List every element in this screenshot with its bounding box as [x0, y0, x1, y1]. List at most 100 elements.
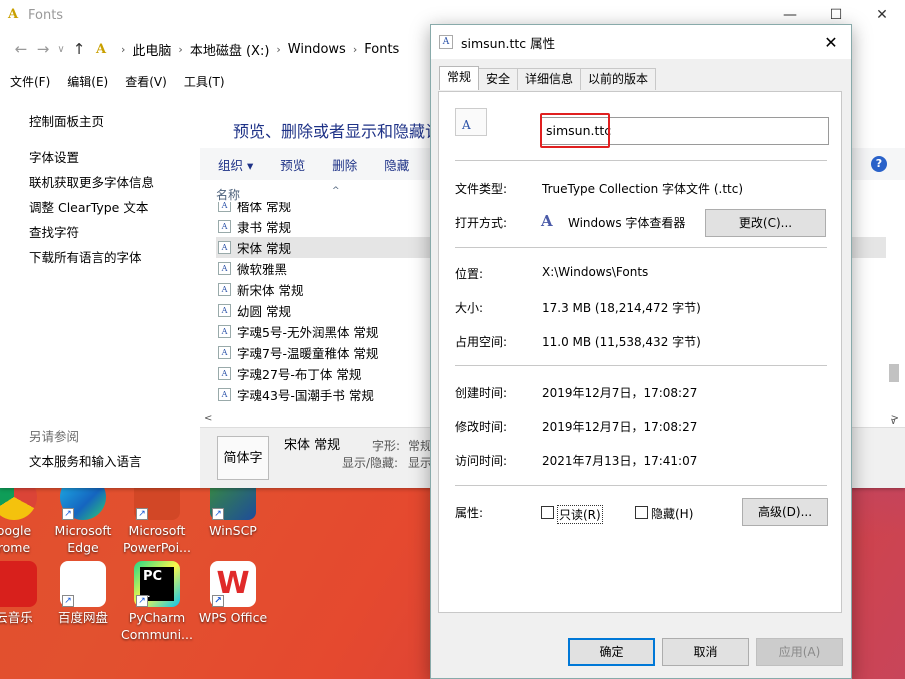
pycharm-icon: PC _ ↗ [134, 561, 180, 607]
readonly-checkbox[interactable] [541, 506, 554, 519]
hidden-checkbox[interactable] [635, 506, 648, 519]
menu-tools[interactable]: 工具(T) [184, 73, 225, 90]
up-arrow-icon[interactable]: ↑ [68, 40, 90, 58]
breadcrumb-this-pc[interactable]: 此电脑 [128, 40, 175, 59]
desktop-icon-label: WPS Office [198, 610, 268, 625]
link-control-panel-home[interactable]: 控制面板主页 [29, 111, 104, 130]
desktop-icon-baidu-netdisk[interactable]: ↗ 百度网盘 [43, 561, 123, 626]
shortcut-arrow-icon: ↗ [62, 508, 74, 520]
font-file-icon: A [218, 283, 231, 296]
font-file-icon: A [455, 108, 487, 136]
font-preview-thumbnail: 简体字 [217, 436, 269, 480]
link-get-more-fonts[interactable]: 联机获取更多字体信息 [29, 172, 154, 191]
breadcrumb-windows[interactable]: Windows [284, 42, 350, 57]
desktop-icon-pycharm[interactable]: PC _ ↗ PyCharm Communi... [117, 561, 197, 643]
preview-button[interactable]: 预览 [280, 155, 305, 174]
dialog-title-bar: A simsun.ttc 属性 ✕ [431, 25, 851, 59]
preview-font-name: 宋体 常规 [284, 438, 341, 453]
breadcrumb-separator-icon: › [276, 42, 281, 56]
attributes-label: 属性: [455, 506, 484, 520]
ok-button[interactable]: 确定 [568, 638, 655, 666]
advanced-button[interactable]: 高级(D)... [742, 498, 828, 526]
address-bar[interactable]: A › 此电脑 › 本地磁盘 (X:) › Windows › Fonts [96, 37, 403, 61]
modified-label: 修改时间: [455, 420, 508, 434]
location-label: 位置: [455, 267, 484, 281]
desktop-icon-label: PyCharm [128, 610, 186, 625]
location-value: X:\Windows\Fonts [542, 265, 649, 279]
font-file-icon: A [218, 304, 231, 317]
explorer-title: Fonts [28, 7, 64, 23]
breadcrumb-local-disk[interactable]: 本地磁盘 (X:) [186, 40, 274, 59]
divider [455, 365, 827, 366]
preview-style-label: 字形: [372, 439, 401, 453]
font-item-label: 新宋体 常规 [237, 283, 304, 298]
divider [455, 247, 827, 248]
desktop-icon-label: Communi... [121, 627, 193, 642]
desktop-icon-wps[interactable]: W ↗ WPS Office [193, 561, 273, 626]
hide-button[interactable]: 隐藏 [384, 155, 409, 174]
tab-previous-versions[interactable]: 以前的版本 [580, 68, 657, 90]
font-item-label: 字魂27号-布丁体 常规 [237, 367, 362, 382]
preview-visibility-label: 显示/隐藏: [342, 456, 399, 470]
divider [455, 485, 827, 486]
desktop-icon-label: Microsoft [54, 523, 112, 538]
shortcut-arrow-icon: ↗ [212, 595, 224, 607]
general-tab-panel: A simsun.ttc 文件类型: TrueType Collection 字… [438, 91, 842, 613]
size-value: 17.3 MB (18,214,472 字节) [542, 301, 701, 315]
netease-music-icon [0, 561, 37, 607]
scrollbar-thumb[interactable] [889, 364, 899, 382]
tab-security[interactable]: 安全 [478, 68, 519, 90]
column-header-label: 名称 [216, 188, 241, 202]
see-also-heading: 另请参阅 [29, 429, 80, 444]
close-button[interactable]: ✕ [859, 0, 905, 30]
scroll-left-icon[interactable]: < [204, 413, 212, 424]
forward-arrow-icon[interactable]: → [32, 40, 54, 58]
font-file-icon: A [218, 346, 231, 359]
preview-visibility-value: 显示 [408, 456, 433, 470]
link-cleartype[interactable]: 调整 ClearType 文本 [29, 197, 148, 216]
font-file-icon: A [439, 35, 453, 49]
tab-details[interactable]: 详细信息 [517, 68, 582, 90]
created-value: 2019年12月7日，17:08:27 [542, 386, 698, 400]
recent-chevron-icon[interactable]: ∨ [54, 44, 68, 55]
breadcrumb-separator-icon: › [121, 42, 126, 56]
fonts-folder-icon: A [96, 42, 107, 57]
size-label: 大小: [455, 301, 484, 315]
font-viewer-icon: A [541, 212, 553, 230]
delete-button[interactable]: 删除 [332, 155, 357, 174]
column-header-name[interactable]: 名称 ^ [216, 186, 340, 203]
menu-view[interactable]: 查看(V) [125, 73, 167, 90]
baidu-netdisk-icon: ↗ [60, 561, 106, 607]
modified-value: 2019年12月7日，17:08:27 [542, 420, 698, 434]
link-font-settings[interactable]: 字体设置 [29, 147, 79, 166]
scroll-right-icon[interactable]: > [891, 413, 899, 424]
dialog-close-button[interactable]: ✕ [811, 25, 851, 59]
readonly-label[interactable]: 只读(R) [557, 505, 603, 524]
font-file-icon: A [218, 241, 231, 254]
font-file-icon: A [218, 325, 231, 338]
cancel-button[interactable]: 取消 [662, 638, 749, 666]
properties-dialog: A simsun.ttc 属性 ✕ 常规 安全 详细信息 以前的版本 A sim… [430, 24, 852, 679]
shortcut-arrow-icon: ↗ [62, 595, 74, 607]
font-file-icon: A [218, 220, 231, 233]
link-find-character[interactable]: 查找字符 [29, 222, 79, 241]
organize-button[interactable]: 组织 ▾ [218, 155, 253, 174]
link-download-all-fonts[interactable]: 下载所有语言的字体 [29, 247, 142, 266]
menu-file[interactable]: 文件(F) [10, 73, 50, 90]
link-text-services[interactable]: 文本服务和输入语言 [29, 451, 142, 470]
vertical-scrollbar[interactable]: ∨ [886, 164, 905, 427]
change-button[interactable]: 更改(C)... [705, 209, 826, 237]
disk-size-value: 11.0 MB (11,538,432 字节) [542, 335, 701, 349]
menu-edit[interactable]: 编辑(E) [67, 73, 108, 90]
back-arrow-icon[interactable]: ← [10, 40, 32, 58]
hidden-label[interactable]: 隐藏(H) [651, 505, 693, 522]
breadcrumb-fonts[interactable]: Fonts [360, 42, 403, 57]
font-item-label: 隶书 常规 [237, 220, 291, 235]
tab-general[interactable]: 常规 [439, 66, 480, 90]
sort-up-icon: ^ [332, 186, 340, 196]
help-icon[interactable]: ? [871, 156, 887, 172]
apply-button[interactable]: 应用(A) [756, 638, 843, 666]
disk-size-label: 占用空间: [455, 335, 508, 349]
breadcrumb-separator-icon: › [178, 42, 183, 56]
desktop-icon-label: Edge [67, 540, 99, 555]
